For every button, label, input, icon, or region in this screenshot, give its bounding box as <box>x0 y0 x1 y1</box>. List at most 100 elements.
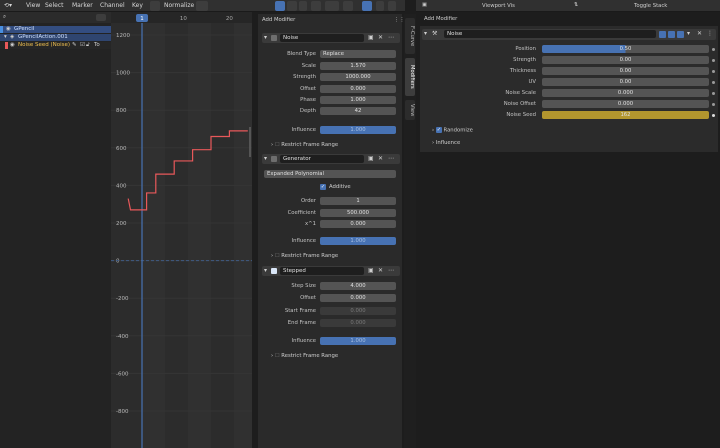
noise-restrict-frame-range[interactable]: › ☐ Restrict Frame Range <box>271 142 338 148</box>
pointer-tool-icon[interactable] <box>275 1 285 11</box>
stepped-step-size-field[interactable]: 4.000 <box>320 282 396 290</box>
noise-offset-field[interactable]: 0.000 <box>320 84 396 93</box>
right-position-field[interactable]: 0.50 <box>542 45 709 53</box>
right-noise-name-field[interactable]: Noise <box>444 30 656 38</box>
generator-influence-slider[interactable]: 1.000 <box>320 237 396 245</box>
x1-field[interactable]: 0.000 <box>320 220 396 228</box>
viewport-icon[interactable] <box>668 31 675 38</box>
stepped-influence-slider[interactable]: 1.000 <box>320 337 396 345</box>
channel-row-fcurve[interactable]: ◉ Noise Seed (Noise) ✎ ☑ 🔓︎ To <box>0 42 111 49</box>
toggle-stack-label[interactable]: Toggle Stack <box>634 3 667 9</box>
randomize-row[interactable]: › ✓ Randomize <box>432 127 473 134</box>
animate-property-icon[interactable] <box>712 91 715 95</box>
right-strength-field[interactable]: 0.00 <box>542 56 709 64</box>
noise-strength-field[interactable]: 1000.000 <box>320 73 396 82</box>
noise-scale-field[interactable]: 1.570 <box>320 62 396 70</box>
checkbox-icon[interactable]: ☐ <box>275 142 280 148</box>
panel-drag-handle[interactable]: ⋮⋮ <box>394 17 405 23</box>
right-thickness-field[interactable]: 0.00 <box>542 67 709 75</box>
stepped-name-field[interactable]: Stepped <box>280 267 364 275</box>
close-icon[interactable]: ✕ <box>378 267 383 275</box>
graph-scrollbar[interactable] <box>249 127 251 157</box>
add-modifier-button[interactable]: Add Modifier <box>262 17 295 23</box>
noise-modifier-header[interactable]: ▾ Noise ▣ ✕ ⋯ <box>262 33 400 43</box>
graph-view[interactable]: 1200 1000 800 600 400 200 0 -200 -400 -600 -800 1 10… <box>111 12 252 448</box>
right-noise-scale-field[interactable]: 0.000 <box>542 89 709 97</box>
filter-icon[interactable] <box>325 1 339 11</box>
randomize-checkbox[interactable]: ✓ <box>435 127 442 133</box>
normalize-toggle[interactable]: Normalize <box>164 2 194 9</box>
menu-marker[interactable]: Marker <box>72 2 93 9</box>
editor-type-icon[interactable]: ▣ <box>422 2 427 8</box>
eye-icon[interactable]: ◉ <box>10 42 15 49</box>
blend-type-dropdown[interactable]: Replace <box>320 50 396 58</box>
generator-restrict-frame-range[interactable]: › ☐ Restrict Frame Range <box>271 253 338 259</box>
generator-modifier-header[interactable]: ▾ Generator ▣ ✕ ⋯ <box>262 154 400 164</box>
stepped-end-frame-field[interactable]: 0.000 <box>320 318 396 327</box>
graph-canvas[interactable]: 1200 1000 800 600 400 200 0 -200 -400 -600 -800 1 10… <box>111 12 252 448</box>
normalize-options[interactable] <box>196 1 208 11</box>
collapse-icon[interactable] <box>96 14 106 21</box>
checkbox-icon[interactable]: ▣ <box>368 267 374 275</box>
channel-row-object[interactable]: ◉ GPencil <box>0 26 111 33</box>
collapse-arrow-icon[interactable]: ▾ <box>264 34 267 42</box>
checkbox-icon[interactable]: ☐ <box>275 253 280 259</box>
animate-property-icon[interactable] <box>712 80 715 84</box>
editor-type-icon[interactable]: ⟲▾ <box>4 2 12 9</box>
stepped-restrict-frame-range[interactable]: › ☐ Restrict Frame Range <box>271 353 338 359</box>
tab-view[interactable]: View <box>405 100 415 120</box>
animate-property-icon[interactable] <box>712 113 715 117</box>
proportional-edit-icon[interactable] <box>362 1 372 11</box>
noise-phase-field[interactable]: 1.000 <box>320 95 396 104</box>
close-icon[interactable]: ✕ <box>378 155 383 163</box>
menu-key[interactable]: Key <box>132 2 143 9</box>
right-noise-offset-field[interactable]: 0.000 <box>542 100 709 108</box>
search-icon[interactable]: ⌕ <box>3 14 6 21</box>
checkbox-icon[interactable]: ▣ <box>368 155 374 163</box>
close-icon[interactable]: ✕ <box>378 34 383 42</box>
auto-snap-icon[interactable] <box>343 1 353 11</box>
noise-depth-field[interactable]: 42 <box>320 107 396 116</box>
modifier-wrench-icon[interactable]: ✎ <box>72 42 77 49</box>
menu-select[interactable]: Select <box>45 2 64 9</box>
drag-icon[interactable]: ⋯ <box>388 34 394 42</box>
animate-property-icon[interactable] <box>712 58 715 62</box>
right-noise-header[interactable]: ▾ ⚒ Noise ▾ ✕ ⋮ <box>422 29 716 40</box>
tab-modifiers[interactable]: Modifiers <box>405 58 415 96</box>
drag-icon[interactable]: ⋯ <box>388 155 394 163</box>
order-field[interactable]: 1 <box>320 197 396 205</box>
right-noise-seed-field[interactable]: 162 <box>542 111 709 119</box>
generator-mode-dropdown[interactable]: Expanded Polynomial <box>264 170 396 178</box>
tab-f-curve[interactable]: F-Curve <box>405 18 415 54</box>
menu-view[interactable]: View <box>26 2 40 9</box>
collapse-arrow-icon[interactable]: ▾ <box>264 155 267 163</box>
render-icon[interactable] <box>677 31 684 38</box>
right-add-modifier-button[interactable]: Add Modifier <box>424 16 457 22</box>
pivot-icon[interactable] <box>311 1 321 11</box>
expand-arrow-icon[interactable]: ▾ <box>4 34 7 41</box>
additive-checkbox[interactable]: ✓ <box>320 184 326 190</box>
coefficient-field[interactable]: 500.000 <box>320 209 396 217</box>
checkbox-icon[interactable]: ▣ <box>368 34 374 42</box>
select-tool-icon[interactable] <box>299 1 307 11</box>
noise-influence-slider[interactable]: 1.000 <box>320 126 396 134</box>
visible-curves-toggle[interactable] <box>150 1 160 11</box>
drag-icon[interactable]: ⋮ <box>707 30 713 38</box>
collapse-arrow-icon[interactable]: ▾ <box>264 267 267 275</box>
close-icon[interactable]: ✕ <box>697 30 702 38</box>
animate-property-icon[interactable] <box>712 47 715 51</box>
stepped-offset-field[interactable]: 0.000 <box>320 294 396 303</box>
edit-mode-icon[interactable] <box>659 31 666 38</box>
right-uv-field[interactable]: 0.00 <box>542 78 709 86</box>
overlay-icon[interactable] <box>376 1 384 11</box>
checkbox-icon[interactable]: ☐ <box>275 353 280 359</box>
toggle-stack-icon[interactable]: ⇅ <box>574 2 578 8</box>
animate-property-icon[interactable] <box>712 69 715 73</box>
eye-icon[interactable]: ◉ <box>6 26 11 33</box>
stepped-modifier-header[interactable]: ▾ Stepped ▣ ✕ ⋯ <box>262 266 400 276</box>
collapse-arrow-icon[interactable]: ▾ <box>424 30 427 38</box>
lock-icon[interactable]: 🔓︎ <box>86 42 90 49</box>
select-box-icon[interactable] <box>287 1 297 11</box>
noise-name-field[interactable]: Noise <box>280 34 364 42</box>
animate-property-icon[interactable] <box>712 102 715 106</box>
